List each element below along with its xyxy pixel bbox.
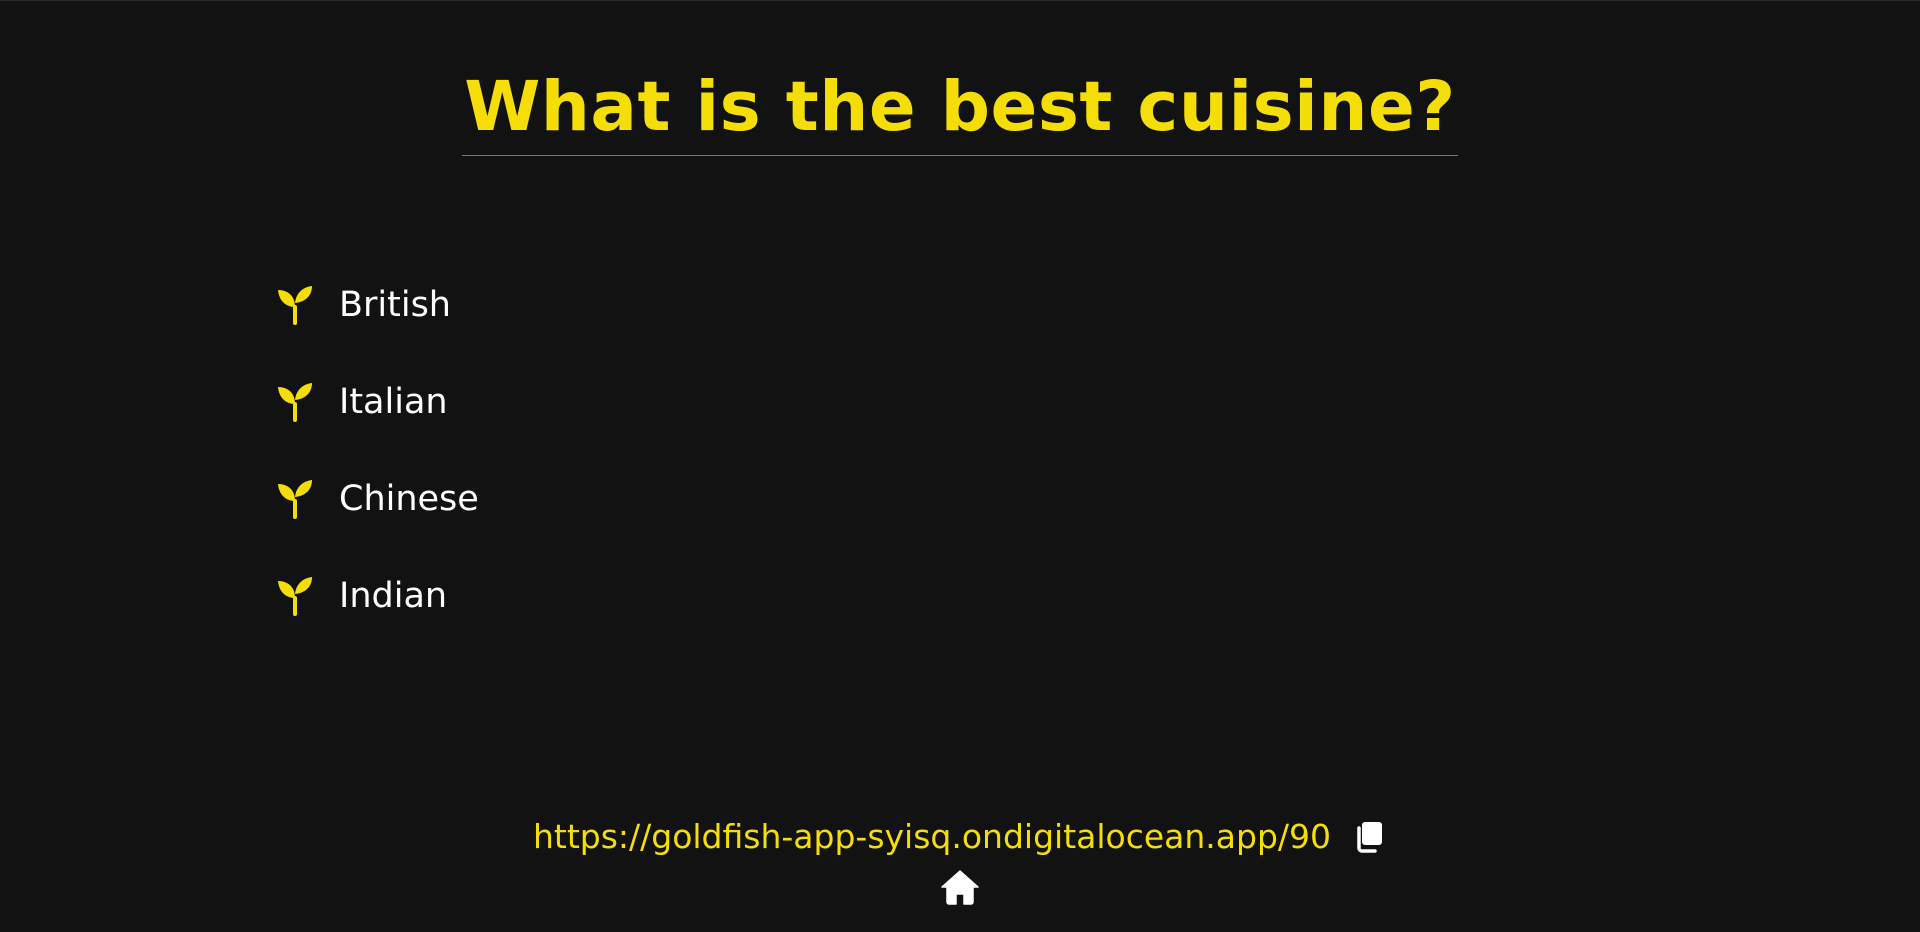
sprout-icon [275,382,315,422]
sprout-icon [275,479,315,519]
share-link-row: https://goldfish-app-syisq.ondigitalocea… [0,809,1920,865]
poll-option-british[interactable]: British [275,285,479,325]
page-title-container: What is the best cuisine? [0,63,1920,156]
home-icon[interactable] [940,867,980,907]
poll-options-list: British Italian Chinese Indian [275,285,479,673]
poll-option-label: Indian [339,576,448,616]
poll-option-label: Chinese [339,479,479,519]
sprout-icon [275,576,315,616]
poll-option-label: Italian [339,382,448,422]
share-url-link[interactable]: https://goldfish-app-syisq.ondigitalocea… [533,809,1331,865]
page-title: What is the best cuisine? [462,63,1458,156]
sprout-icon [275,285,315,325]
poll-page: What is the best cuisine? British Italia… [0,0,1920,932]
poll-option-indian[interactable]: Indian [275,576,479,616]
copy-icon[interactable] [1353,818,1387,856]
poll-option-chinese[interactable]: Chinese [275,479,479,519]
poll-option-italian[interactable]: Italian [275,382,479,422]
poll-option-label: British [339,285,451,325]
